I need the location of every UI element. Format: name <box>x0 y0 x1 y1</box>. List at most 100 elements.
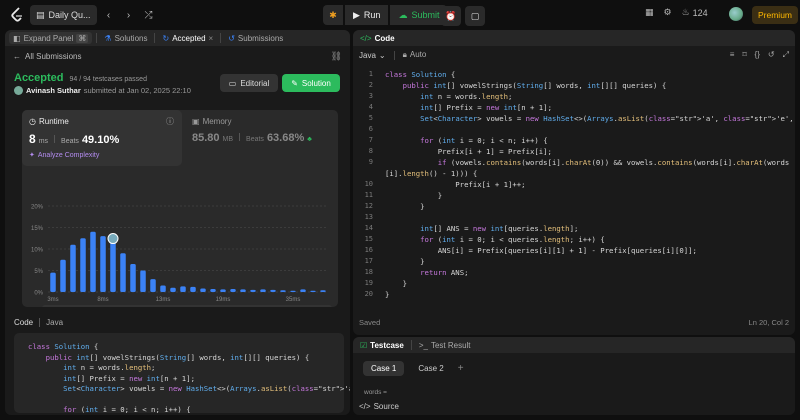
runtime-bar[interactable] <box>250 289 256 292</box>
link-icon[interactable]: ⛓ <box>331 51 342 62</box>
premium-label: Premium <box>758 10 793 20</box>
avatar[interactable] <box>729 7 743 21</box>
input-label: words = <box>364 389 387 396</box>
runtime-bar[interactable] <box>270 289 276 292</box>
editorial-button[interactable]: ▭ Editorial <box>220 74 278 92</box>
gear-icon[interactable]: ⚙ <box>664 7 672 18</box>
submit-label: Submit <box>411 10 440 20</box>
editor-code-line: } <box>385 290 390 299</box>
runtime-bar[interactable] <box>50 272 56 292</box>
source-link[interactable]: </> Source <box>359 399 795 413</box>
code-editor[interactable]: 1 class Solution {2 public int[] vowelStr… <box>353 68 795 308</box>
add-case-button[interactable]: + <box>458 363 464 374</box>
submitted-code-block[interactable]: class Solution { public int[] vowelStrin… <box>14 333 350 414</box>
runtime-bar[interactable] <box>60 259 66 292</box>
run-button[interactable]: ▶ Run <box>345 5 389 25</box>
editor-code-line: } <box>385 279 407 288</box>
cloud-upload-icon: ☁ <box>398 9 408 20</box>
runtime-bar[interactable] <box>300 289 306 292</box>
code-line: Set<Character> vowels = new HashSet<>(Ar… <box>63 384 350 393</box>
pencil-icon: ✎ <box>291 78 298 88</box>
braces-icon[interactable]: {} <box>755 50 760 60</box>
code-line: int[] Prefix = new int[n + 1]; <box>63 373 195 383</box>
leetcode-logo[interactable] <box>10 7 24 23</box>
runtime-bar[interactable] <box>260 289 266 292</box>
close-icon[interactable]: × <box>209 34 214 43</box>
editor-code-line: for (int i = 0; i < n; i++) { <box>420 136 548 145</box>
premium-button[interactable]: Premium <box>752 6 799 24</box>
reset-icon[interactable]: ↺ <box>768 50 775 60</box>
problem-tab-label: Daily Qu... <box>48 10 91 20</box>
runtime-bar[interactable] <box>240 289 246 292</box>
runtime-bar[interactable] <box>320 290 326 292</box>
auto-toggle[interactable]: 🔒︎ Auto <box>403 50 427 60</box>
user-avatar-marker[interactable] <box>107 233 119 245</box>
line-number: 6 <box>368 125 373 133</box>
debug-button[interactable]: ✱ <box>323 5 343 25</box>
next-problem-icon[interactable]: › <box>121 7 137 23</box>
fullscreen-icon[interactable]: ⤢ <box>783 50 789 60</box>
user-name[interactable]: Avinash Suthar <box>26 86 81 95</box>
runtime-bar[interactable] <box>200 288 206 292</box>
runtime-bar[interactable] <box>160 285 166 292</box>
runtime-bar[interactable] <box>290 290 296 292</box>
runtime-bar[interactable] <box>70 244 76 292</box>
tab-code[interactable]: </> Code <box>357 30 398 46</box>
case-1-tab[interactable]: Case 1 <box>363 361 405 376</box>
shuffle-icon[interactable]: ⤮ <box>141 7 157 23</box>
editor-code-line: int[] ANS = new int[queries.length]; <box>420 224 579 233</box>
editor-code-line: Prefix[i + 1] = Prefix[i]; <box>385 147 552 156</box>
stats-card: ◷ Runtime ⓘ 8 ms Beats 49.10% ✦ Analyze … <box>22 110 338 307</box>
bookmark-icon[interactable]: ⌑ <box>742 50 746 60</box>
editor-code-line: public int[] vowelStrings(String[] words… <box>402 81 667 90</box>
runtime-bar[interactable] <box>80 238 86 292</box>
runtime-bar[interactable] <box>210 288 216 292</box>
runtime-bar[interactable] <box>310 290 316 292</box>
runtime-bar[interactable] <box>150 279 156 292</box>
tab-accepted-label: Accepted <box>172 33 206 43</box>
expand-panel-button[interactable]: ◧ Expand Panel ⌘ <box>9 32 93 44</box>
all-submissions-link[interactable]: ← All Submissions <box>13 52 81 61</box>
arrow-left-icon: ← <box>13 52 21 61</box>
runtime-bar[interactable] <box>90 231 96 292</box>
language-select[interactable]: Java ⌄ <box>359 51 386 60</box>
testcase-panel: ☑ Testcase >_ Test Result Case 1 Case 2 … <box>353 337 795 415</box>
tab-solutions[interactable]: ⚗ Solutions <box>101 30 150 46</box>
tab-accepted[interactable]: ↻ Accepted × <box>159 30 216 46</box>
chart-minimap[interactable] <box>42 305 332 307</box>
line-number: 20 <box>364 290 373 298</box>
tab-submissions[interactable]: ↺ Submissions <box>225 30 286 46</box>
problem-list-button[interactable]: ▤ Daily Qu... <box>30 5 97 25</box>
tab-test-result[interactable]: >_ Test Result <box>416 337 474 353</box>
layout-grid-icon[interactable]: ▦ <box>645 7 654 18</box>
runtime-distribution-chart[interactable]: 20%15%10%5%0%3ms8ms13ms19ms35ms3ms8ms13m… <box>22 110 338 307</box>
runtime-bar[interactable] <box>120 253 126 292</box>
code-line: public int[] vowelStrings(String[] words… <box>45 352 310 362</box>
runtime-bar[interactable] <box>130 264 136 292</box>
submit-button[interactable]: ☁ Submit <box>390 5 448 25</box>
solution-button[interactable]: ✎ Solution <box>282 74 340 92</box>
x-tick-label: 35ms <box>286 297 301 303</box>
runtime-bar[interactable] <box>230 288 236 292</box>
runtime-bar[interactable] <box>280 290 286 292</box>
prev-problem-icon[interactable]: ‹ <box>101 7 117 23</box>
format-icon[interactable]: ≡ <box>730 50 735 60</box>
coin-counter[interactable]: ♨ 124 <box>682 7 708 18</box>
runtime-bar[interactable] <box>180 286 186 292</box>
timer-button[interactable]: ⏰ <box>441 6 461 26</box>
x-tick-label: 13ms <box>156 297 171 303</box>
notes-button[interactable]: ▢ <box>465 6 485 26</box>
runtime-bar[interactable] <box>220 289 226 292</box>
user-avatar[interactable] <box>14 86 23 95</box>
runtime-bar[interactable] <box>190 286 196 292</box>
testcase-tab-label: Testcase <box>370 340 404 350</box>
runtime-bar[interactable] <box>140 270 146 293</box>
editor-code-line: int n = words.length; <box>420 92 513 101</box>
runtime-bar[interactable] <box>110 242 116 292</box>
runtime-bar[interactable] <box>170 287 176 292</box>
tab-testcase[interactable]: ☑ Testcase <box>357 337 407 353</box>
case-2-tab[interactable]: Case 2 <box>410 361 451 376</box>
runtime-bar[interactable] <box>100 236 106 292</box>
code-line: for (int i = 0; i < n; i++) { <box>63 405 191 414</box>
editor-code-line: [i].length() - 1))) { <box>385 169 478 178</box>
